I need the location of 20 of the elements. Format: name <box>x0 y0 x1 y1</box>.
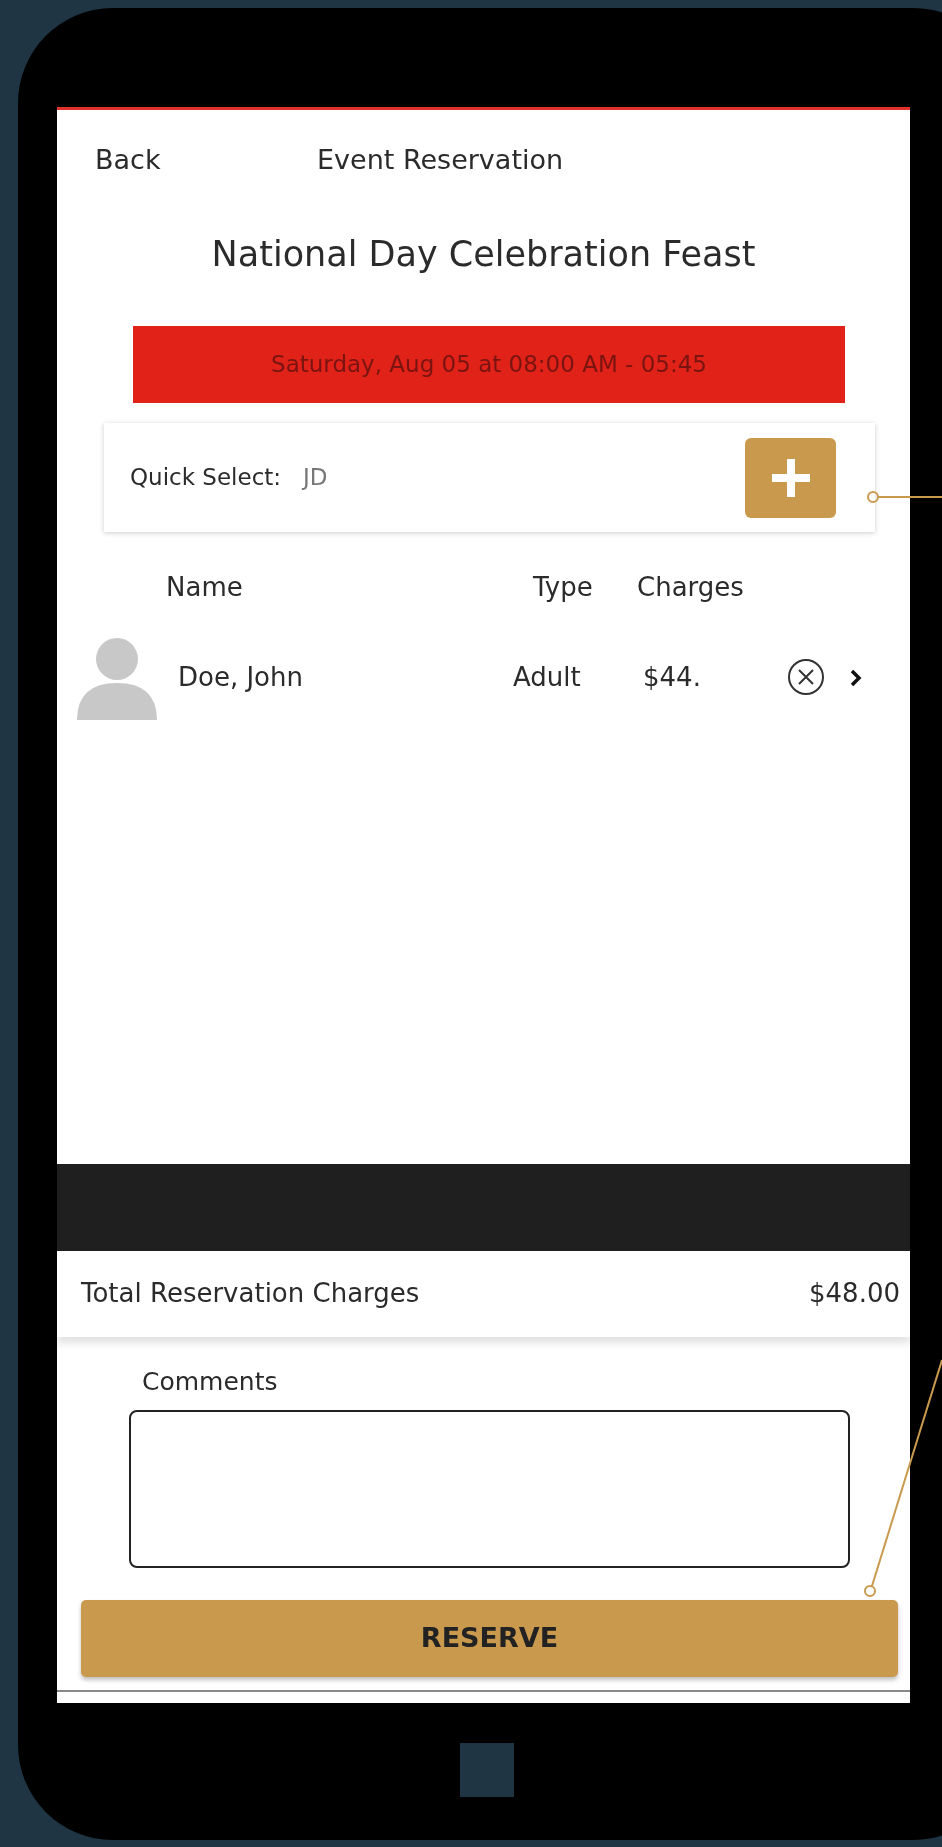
back-link[interactable]: Back <box>95 139 317 181</box>
remove-button[interactable] <box>787 658 825 696</box>
column-header: Name <box>165 570 244 604</box>
row-charges: $44. <box>643 660 702 694</box>
total-label: Total Reservation Charges <box>81 1277 420 1310</box>
comments-label: Comments <box>141 1365 279 1398</box>
add-button[interactable] <box>745 437 836 518</box>
column-header: Charges <box>637 570 744 604</box>
comments-field[interactable] <box>129 1410 850 1568</box>
reserve-button[interactable]: RESERVE <box>81 1600 898 1677</box>
event-date-banner: Saturday, Aug 05 at 08:00 AM - 05:45 <box>133 326 845 403</box>
total-value: $48.00 <box>809 1277 900 1310</box>
quick-select-label: Quick Select: <box>130 463 282 493</box>
row-type: Adult <box>513 660 582 694</box>
row-name: Doe, John <box>177 660 304 694</box>
screen-title: Event Reservation <box>317 142 564 177</box>
close-icon <box>787 658 825 696</box>
column-header: Type <box>533 570 594 604</box>
event-title: National Day Celebration Feast <box>210 233 757 276</box>
quick-select-value: JD <box>303 463 328 493</box>
